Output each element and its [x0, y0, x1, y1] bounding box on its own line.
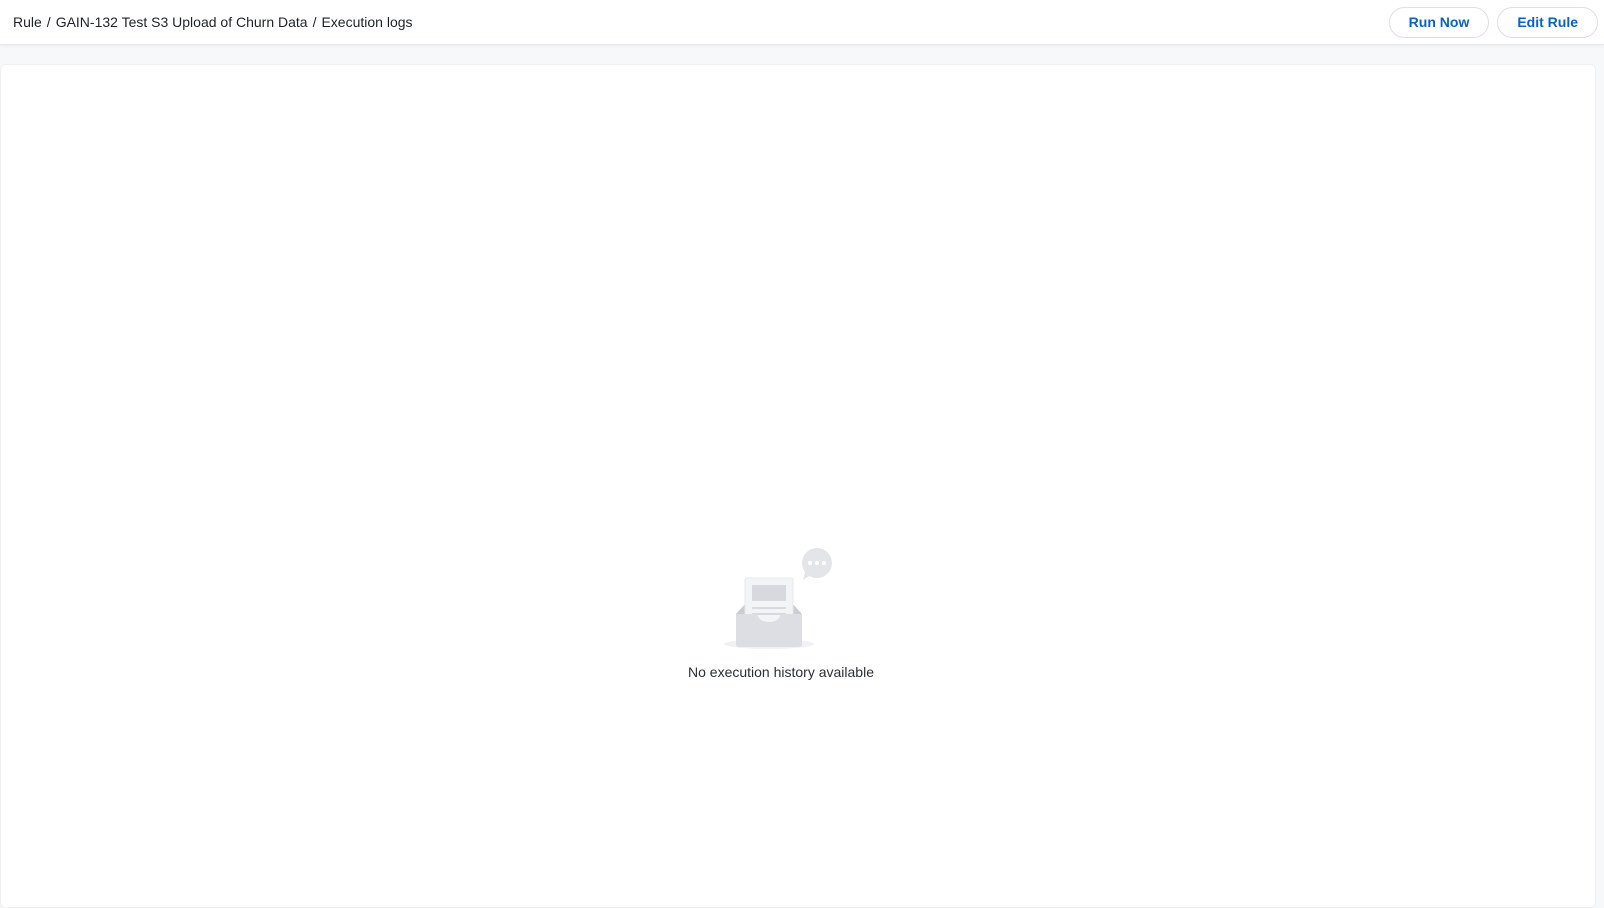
top-bar: Rule / GAIN-132 Test S3 Upload of Churn … [0, 0, 1604, 45]
breadcrumb-item-rule-name[interactable]: GAIN-132 Test S3 Upload of Churn Data [56, 14, 308, 30]
breadcrumb-item-rule[interactable]: Rule [13, 14, 42, 30]
breadcrumb-separator: / [46, 14, 51, 30]
run-now-button[interactable]: Run Now [1388, 6, 1490, 38]
breadcrumb-separator: / [312, 14, 317, 30]
header-actions: Run Now Edit Rule [1388, 6, 1598, 38]
breadcrumb: Rule / GAIN-132 Test S3 Upload of Churn … [13, 14, 413, 30]
empty-inbox-icon [724, 548, 832, 649]
empty-state: No execution history available [681, 548, 881, 680]
edit-rule-button[interactable]: Edit Rule [1497, 6, 1598, 38]
execution-logs-panel [0, 64, 1596, 908]
breadcrumb-item-current: Execution logs [321, 14, 413, 30]
empty-state-message: No execution history available [688, 664, 874, 680]
